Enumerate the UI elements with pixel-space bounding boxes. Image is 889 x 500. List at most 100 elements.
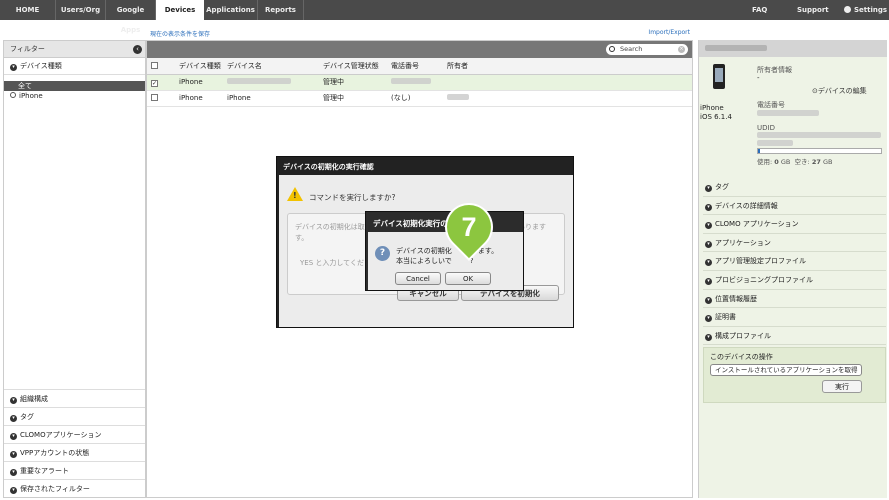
accordion-applications[interactable]: ▾ アプリケーション — [703, 234, 886, 253]
step-number: 7 — [461, 212, 477, 242]
udid-label: UDID — [757, 124, 775, 132]
dialog-line1: デバイスの初期化は取 — [295, 223, 365, 231]
owner-label: 所有者情報 — [757, 66, 792, 74]
section-label: タグ — [20, 413, 34, 421]
filter-section-alerts[interactable]: ▾ 重要なアラート — [4, 461, 145, 479]
edit-device-link[interactable]: ⊙デバイスの編集 — [812, 86, 867, 96]
redacted-text — [227, 78, 291, 84]
accordion-provisioning-profile[interactable]: ▾ プロビジョニングプロファイル — [703, 271, 886, 290]
list-toolbar: Search × — [147, 41, 692, 58]
phone-value — [757, 110, 819, 118]
accordion-label: 構成プロファイル — [715, 331, 771, 340]
filter-section-vpp[interactable]: ▾ VPPアカウントの状態 — [4, 443, 145, 461]
cell-owner — [447, 90, 692, 107]
collapse-icon[interactable]: ‹ — [133, 45, 142, 54]
settings-link[interactable]: Settings — [844, 0, 887, 20]
tab-users-org[interactable]: Users/Org — [56, 0, 106, 20]
used-value: 0 — [774, 158, 779, 166]
select-all-checkbox[interactable] — [151, 61, 158, 69]
clear-icon[interactable]: × — [678, 46, 685, 53]
faq-link[interactable]: FAQ — [752, 0, 767, 20]
filter-section-device-type[interactable]: ▾ デバイス種類 — [4, 58, 145, 75]
chevron-down-icon: ▾ — [10, 433, 17, 440]
col-device-name[interactable]: デバイス名 — [227, 58, 323, 75]
accordion-label: CLOMO アプリケーション — [715, 220, 799, 229]
row-checkbox[interactable] — [151, 94, 158, 101]
cell-type: iPhone — [179, 74, 227, 91]
import-export-link[interactable]: Import/Export — [648, 29, 690, 36]
chevron-down-icon: ▾ — [10, 487, 17, 494]
accordion-tag[interactable]: ▾ タグ — [703, 178, 886, 197]
filter-option-iphone[interactable]: iPhone — [10, 92, 43, 100]
accordion-app-config-profile[interactable]: ▾ アプリ管理設定プロファイル — [703, 252, 886, 271]
col-phone[interactable]: 電話番号 — [391, 58, 447, 75]
col-status[interactable]: デバイス管理状態 — [323, 58, 391, 75]
accordion-config-profile[interactable]: ▾ 構成プロファイル — [703, 327, 886, 346]
chevron-down-icon: ▾ — [705, 315, 712, 323]
device-os: iOS 6.1.4 — [700, 113, 732, 121]
col-owner[interactable]: 所有者 — [447, 58, 692, 75]
cell-status: 管理中 — [323, 74, 391, 91]
used-label: 使用: — [757, 158, 773, 166]
accordion-label: アプリケーション — [715, 238, 771, 247]
accordion-clomo-apps[interactable]: ▾ CLOMO アプリケーション — [703, 215, 886, 234]
storage-bar-fill — [758, 149, 761, 153]
wipe-final-confirm-modal: デバイス初期化実行の ? デバイスの初期化 ます。 本当によろしいで? Cance… — [365, 211, 524, 291]
ops-title: このデバイスの操作 — [710, 353, 773, 361]
accordion-location-history[interactable]: ▾ 位置情報履歴 — [703, 290, 886, 309]
chevron-down-icon: ▾ — [705, 240, 712, 248]
chevron-down-icon: ▾ — [705, 296, 712, 304]
chevron-down-icon: ▾ — [705, 333, 712, 341]
search-input[interactable]: Search × — [606, 44, 688, 55]
table-row[interactable]: ✓ iPhone 管理中 — [147, 74, 692, 91]
chevron-down-icon: ▾ — [10, 64, 17, 71]
search-placeholder: Search — [620, 45, 643, 53]
filter-section-clomo-apps[interactable]: ▾ CLOMOアプリケーション — [4, 425, 145, 443]
search-icon — [609, 46, 615, 52]
modal-text2: 本当によろしいで — [396, 257, 452, 265]
command-select[interactable]: インストールされているアプリケーションを取得 — [710, 364, 862, 376]
tab-applications[interactable]: Applications — [204, 0, 258, 20]
accordion-label: デバイスの詳細情報 — [715, 201, 778, 210]
filter-section-saved[interactable]: ▾ 保存されたフィルター — [4, 479, 145, 497]
udid-value — [757, 132, 881, 148]
accordion-certificates[interactable]: ▾ 証明書 — [703, 308, 886, 327]
detail-accordion: ▾ タグ ▾ デバイスの詳細情報 ▾ CLOMO アプリケーション ▾ アプリケーション… — [703, 178, 886, 346]
free-label: 空き: — [794, 158, 810, 166]
run-button[interactable]: 実行 — [822, 380, 862, 393]
accordion-detail-info[interactable]: ▾ デバイスの詳細情報 — [703, 197, 886, 216]
storage-text: 使用: 0 GB 空き: 27 GB — [757, 156, 832, 166]
edit-device-label: デバイスの編集 — [817, 87, 867, 95]
cell-status: 管理中 — [323, 90, 391, 107]
tab-google-apps[interactable]: Google Apps — [106, 0, 156, 34]
table-header: デバイス種類 デバイス名 デバイス管理状態 電話番号 所有者 — [147, 58, 692, 75]
col-device-type[interactable]: デバイス種類 — [179, 58, 227, 75]
filter-option-all[interactable]: 全て — [4, 81, 145, 91]
settings-label: Settings — [854, 6, 888, 14]
save-filter-link[interactable]: 現在の表示条件を保存 — [150, 29, 210, 38]
question-icon: ? — [375, 246, 390, 261]
modal-ok-button[interactable]: OK — [445, 272, 491, 285]
iphone-icon — [713, 64, 725, 89]
used-unit: GB — [780, 158, 791, 166]
filter-section-org[interactable]: ▾ 組織構成 — [4, 389, 145, 407]
owner-value: - — [757, 74, 760, 82]
cell-name — [227, 74, 323, 91]
cell-type: iPhone — [179, 90, 227, 107]
option-label: iPhone — [19, 92, 43, 100]
modal-title: デバイス初期化実行の — [373, 219, 448, 228]
table-row[interactable]: iPhone iPhone 管理中 (なし) — [147, 90, 692, 107]
filter-section-tag[interactable]: ▾ タグ — [4, 407, 145, 425]
filter-title: フィルター — [10, 45, 45, 53]
support-link[interactable]: Support — [797, 0, 829, 20]
tab-reports[interactable]: Reports — [258, 0, 304, 20]
gear-icon — [844, 6, 851, 13]
section-label: 組織構成 — [20, 395, 48, 403]
tab-devices[interactable]: Devices — [156, 0, 204, 20]
row-checkbox[interactable]: ✓ — [151, 79, 158, 87]
tab-home[interactable]: HOME — [0, 0, 56, 20]
accordion-label: プロビジョニングプロファイル — [715, 275, 813, 284]
command-select-value: インストールされているアプリケーションを取得 — [715, 366, 858, 374]
device-model: iPhone — [700, 104, 724, 112]
modal-cancel-button[interactable]: Cancel — [395, 272, 441, 285]
